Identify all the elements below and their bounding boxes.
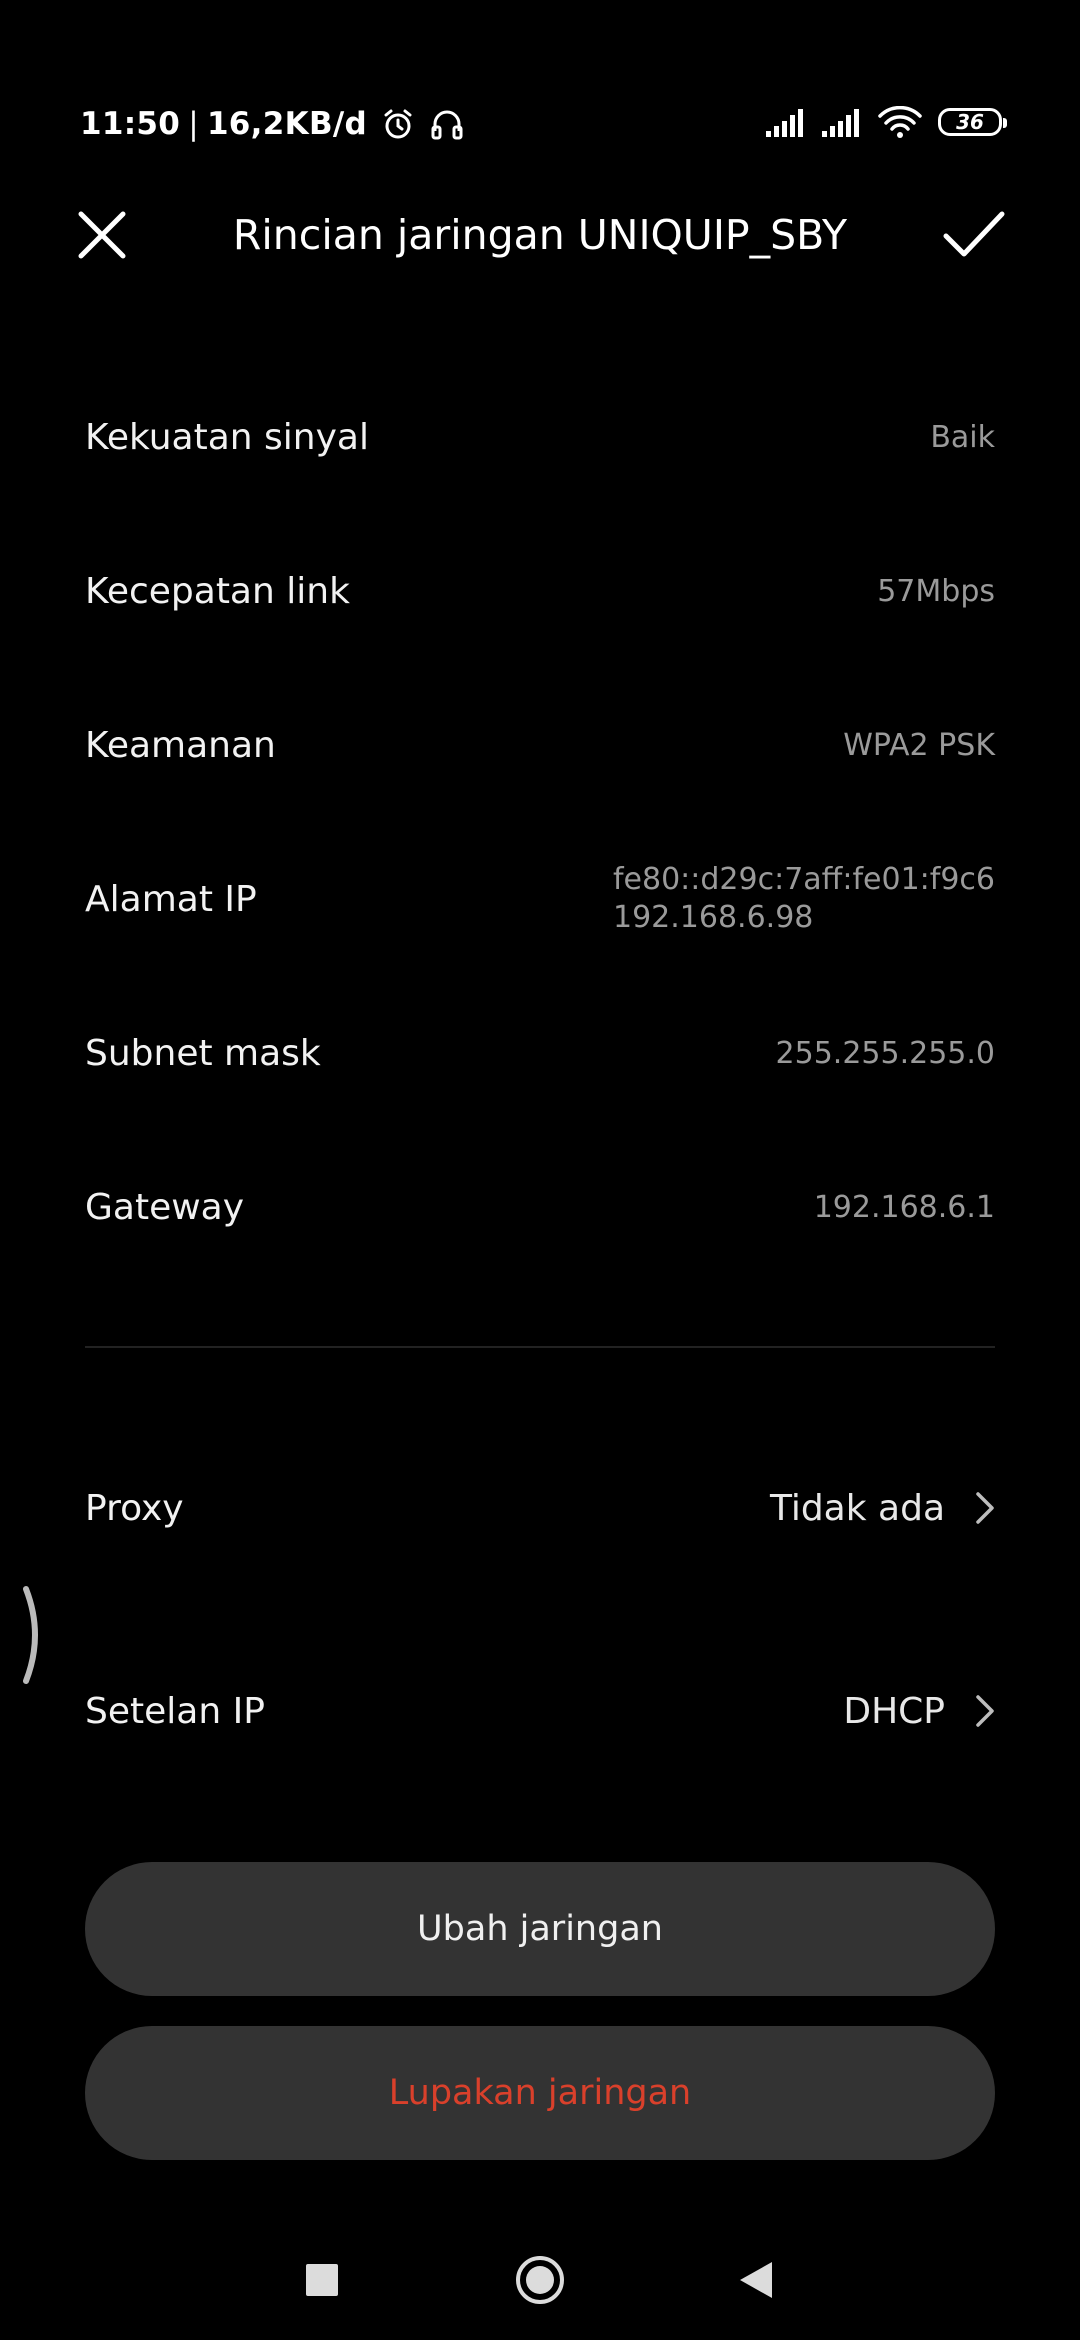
status-data-speed: 16,2KB/d bbox=[206, 106, 367, 142]
proxy-row[interactable]: Proxy Tidak ada bbox=[85, 1453, 995, 1563]
close-button[interactable] bbox=[70, 203, 134, 267]
network-details-list: Kekuatan sinyal Baik Kecepatan link 57Mb… bbox=[85, 360, 995, 1284]
page-title: Rincian jaringan UNIQUIP_SBY bbox=[232, 211, 848, 259]
detail-label: Subnet mask bbox=[85, 1032, 321, 1074]
chevron-right-icon bbox=[976, 1695, 994, 1727]
proxy-value-group: Tidak ada bbox=[770, 1488, 995, 1529]
detail-value: WPA2 PSK bbox=[843, 727, 995, 763]
cell-signal-1-icon bbox=[766, 107, 808, 137]
detail-row-subnet-mask: Subnet mask 255.255.255.0 bbox=[85, 976, 995, 1130]
ip-settings-row[interactable]: Setelan IP DHCP bbox=[85, 1656, 995, 1766]
detail-row-link-speed: Kecepatan link 57Mbps bbox=[85, 514, 995, 668]
ip-settings-value: DHCP bbox=[843, 1690, 945, 1732]
detail-row-security: Keamanan WPA2 PSK bbox=[85, 668, 995, 822]
detail-row-ip-address: Alamat IP fe80::d29c:7aff:fe01:f9c6 192.… bbox=[85, 822, 995, 976]
ip-settings-label: Setelan IP bbox=[85, 1690, 265, 1732]
detail-row-signal-strength: Kekuatan sinyal Baik bbox=[85, 360, 995, 514]
status-time: 11:50 bbox=[80, 106, 181, 142]
detail-row-gateway: Gateway 192.168.6.1 bbox=[85, 1130, 995, 1284]
confirm-button[interactable] bbox=[938, 203, 1010, 267]
check-icon bbox=[943, 211, 1005, 257]
ipv4-address: 192.168.6.98 bbox=[612, 900, 814, 935]
battery-level: 36 bbox=[956, 110, 984, 134]
back-triangle-icon bbox=[740, 2262, 772, 2298]
forget-network-button[interactable]: Lupakan jaringan bbox=[85, 2026, 995, 2160]
detail-label: Alamat IP bbox=[85, 878, 257, 920]
edge-gesture-handle[interactable] bbox=[18, 1585, 48, 1685]
detail-value: 57Mbps bbox=[877, 573, 995, 609]
alarm-icon bbox=[381, 107, 415, 141]
status-bar: 11:50 | 16,2KB/d 36 bbox=[0, 0, 1080, 200]
cell-signal-2-icon bbox=[822, 107, 864, 137]
proxy-label: Proxy bbox=[85, 1487, 184, 1529]
chevron-right-icon bbox=[976, 1492, 994, 1524]
status-left: 11:50 | 16,2KB/d bbox=[80, 106, 465, 142]
back-button[interactable] bbox=[726, 2250, 786, 2310]
battery-icon: 36 bbox=[938, 108, 1007, 136]
detail-value: Baik bbox=[930, 419, 995, 455]
detail-value: 255.255.255.0 bbox=[775, 1035, 995, 1071]
close-icon bbox=[78, 211, 126, 259]
headphones-icon bbox=[429, 107, 465, 141]
status-right: 36 bbox=[752, 106, 1007, 138]
status-separator: | bbox=[188, 106, 199, 142]
proxy-value: Tidak ada bbox=[769, 1487, 945, 1529]
detail-value-multiline: fe80::d29c:7aff:fe01:f9c6 192.168.6.98 bbox=[613, 861, 995, 937]
detail-label: Keamanan bbox=[85, 724, 276, 766]
detail-label: Gateway bbox=[85, 1186, 245, 1228]
home-circle-icon bbox=[516, 2256, 564, 2304]
ipv6-address: fe80::d29c:7aff:fe01:f9c6 bbox=[612, 862, 995, 897]
edit-network-button[interactable]: Ubah jaringan bbox=[85, 1862, 995, 1996]
wifi-icon bbox=[878, 106, 922, 138]
recents-square-icon bbox=[306, 2264, 338, 2296]
header: Rincian jaringan UNIQUIP_SBY bbox=[0, 185, 1080, 285]
recents-button[interactable] bbox=[292, 2250, 352, 2310]
navigation-bar bbox=[0, 2230, 1080, 2330]
ip-settings-value-group: DHCP bbox=[843, 1691, 995, 1732]
home-button[interactable] bbox=[510, 2250, 570, 2310]
detail-label: Kecepatan link bbox=[85, 570, 350, 612]
detail-label: Kekuatan sinyal bbox=[85, 416, 369, 458]
divider bbox=[85, 1346, 995, 1348]
detail-value: 192.168.6.1 bbox=[813, 1189, 995, 1225]
